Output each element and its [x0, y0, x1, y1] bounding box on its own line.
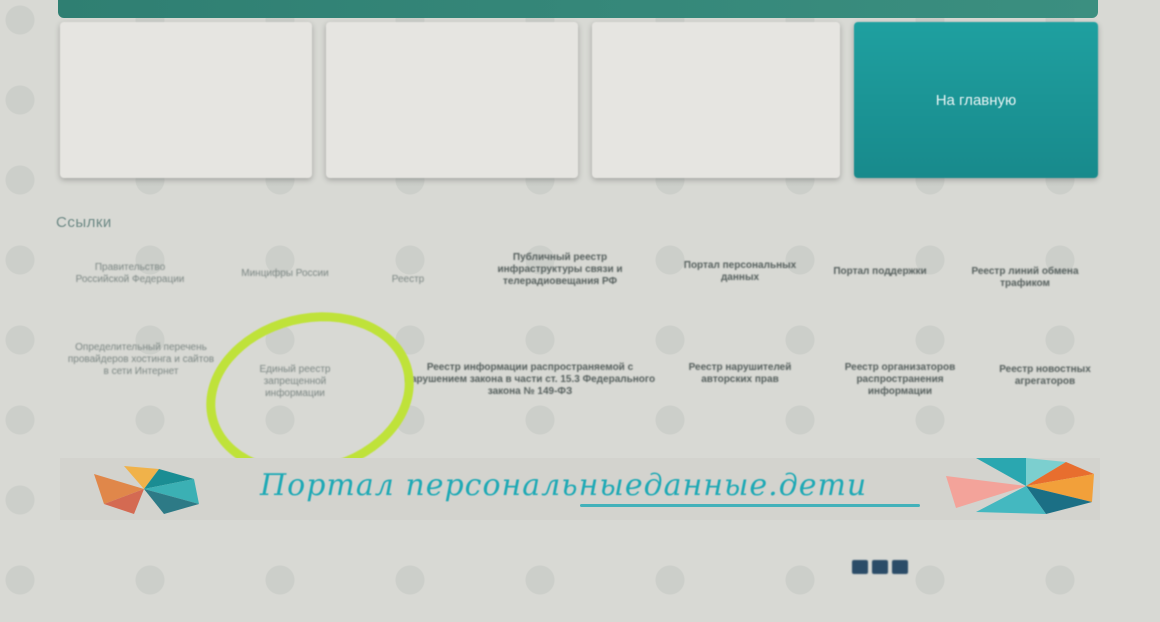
- banner-underline: [580, 504, 920, 507]
- link-public-registry-infrastructure[interactable]: Публичный реестр инфраструктуры связи и …: [470, 252, 650, 288]
- news-card-3[interactable]: [592, 22, 840, 178]
- link-mintsifry[interactable]: Минцифры России: [230, 268, 340, 280]
- footer: [60, 560, 1100, 620]
- link-copyright-violators-registry[interactable]: Реестр нарушителей авторских прав: [680, 362, 800, 386]
- link-traffic-lines-registry[interactable]: Реестр линий обмена трафиком: [950, 266, 1100, 290]
- link-personal-data-portal[interactable]: Портал персональных данных: [680, 260, 800, 284]
- banner-title: Портал персональныеданные.дети: [260, 468, 868, 503]
- home-button[interactable]: На главную: [854, 22, 1098, 178]
- social-icon-1[interactable]: [852, 560, 868, 574]
- social-icon-3[interactable]: [892, 560, 908, 574]
- link-hosting-providers[interactable]: Определительный перечень провайдеров хос…: [66, 342, 216, 378]
- link-government[interactable]: Правительство Российской Федерации: [70, 262, 190, 286]
- personal-data-kids-banner[interactable]: Портал персональныеданные.дети: [60, 458, 1100, 520]
- news-card-1[interactable]: [60, 22, 312, 178]
- banner-logo-left: [94, 466, 199, 514]
- link-news-aggregators-registry[interactable]: Реестр новостных агрегаторов: [990, 364, 1100, 388]
- banner-logo-right: [946, 458, 1094, 514]
- social-links: [852, 560, 908, 574]
- links-section-title: Ссылки: [56, 214, 112, 231]
- social-icon-2[interactable]: [872, 560, 888, 574]
- link-registry[interactable]: Реестр: [368, 274, 448, 286]
- link-violations-registry[interactable]: Реестр информации распространяемой с нар…: [400, 362, 660, 398]
- header-bar: [58, 0, 1098, 18]
- news-card-2[interactable]: [326, 22, 578, 178]
- home-button-label: На главную: [935, 91, 1017, 109]
- link-information-distributors-registry[interactable]: Реестр организаторов распространения инф…: [830, 362, 970, 398]
- link-support-portal[interactable]: Портал поддержки: [830, 266, 930, 278]
